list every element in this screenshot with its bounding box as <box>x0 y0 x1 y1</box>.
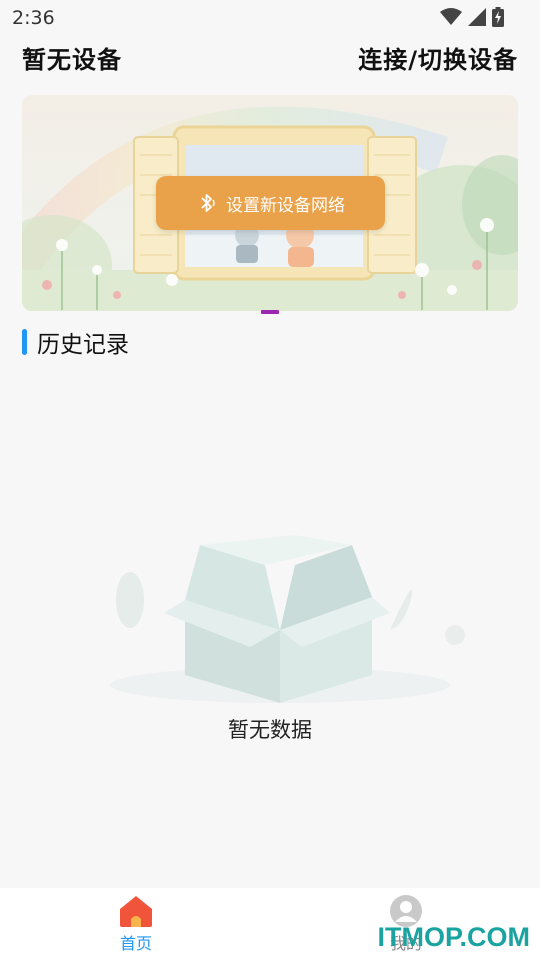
switch-device-link[interactable]: 连接/切换设备 <box>358 40 518 75</box>
nav-label-home: 首页 <box>119 934 152 953</box>
setup-network-label: 设置新设备网络 <box>226 195 345 216</box>
empty-box-illustration <box>110 535 465 703</box>
nav-item-home[interactable]: 首页 <box>86 894 186 958</box>
battery-icon <box>492 7 504 27</box>
banner[interactable]: 设置新设备网络 <box>22 95 518 311</box>
header: 暂无设备 连接/切换设备 <box>0 40 540 76</box>
watermark: ITMOP.COM <box>377 922 530 952</box>
setup-network-button[interactable]: 设置新设备网络 <box>156 176 385 230</box>
heading-accent-bar <box>22 329 27 355</box>
history-title: 历史记录 <box>37 332 129 358</box>
bluetooth-icon <box>196 192 218 214</box>
status-bar: 2:36 <box>0 0 540 36</box>
device-title: 暂无设备 <box>22 46 122 74</box>
history-heading: 历史记录 <box>22 328 129 358</box>
signal-icon <box>468 8 486 26</box>
empty-state-text: 暂无数据 <box>228 718 312 742</box>
status-time: 2:36 <box>12 7 55 29</box>
carousel-indicator <box>261 310 279 314</box>
wifi-icon <box>440 8 462 25</box>
status-icons <box>440 7 504 27</box>
home-icon <box>120 896 152 927</box>
